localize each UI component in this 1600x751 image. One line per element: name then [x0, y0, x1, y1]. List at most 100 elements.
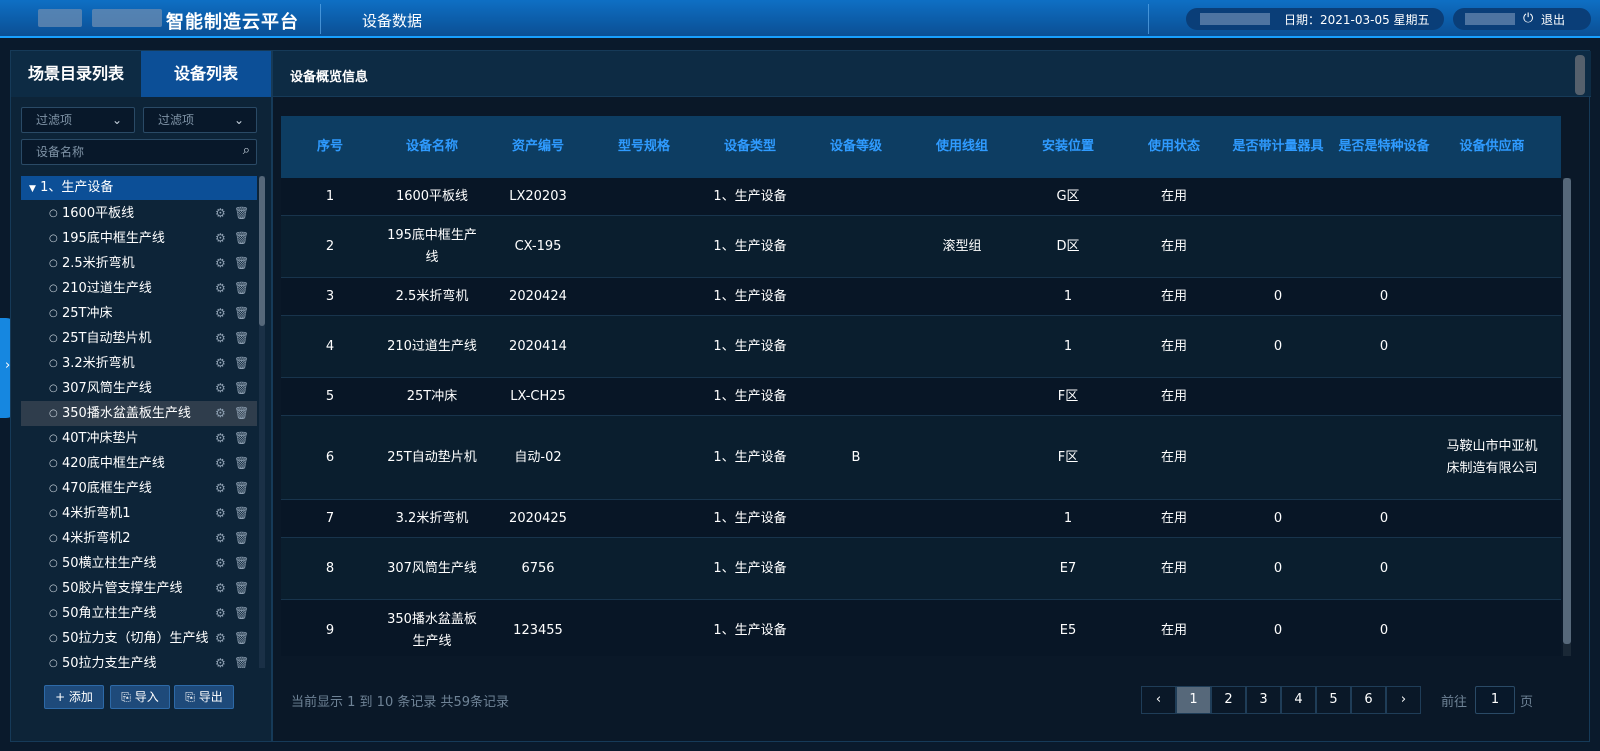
gear-icon[interactable]: ⚙ — [215, 301, 226, 326]
column-header[interactable]: 资产编号 — [485, 116, 591, 178]
column-header[interactable]: 使用线组 — [909, 116, 1015, 178]
search-icon[interactable]: ⌕ — [243, 143, 250, 158]
tree-item[interactable]: ○ 25T自动垫片机 ⚙ 🗑 — [21, 326, 257, 351]
tree-item[interactable]: ○ 1600平板线 ⚙ 🗑 — [21, 201, 257, 226]
table-row[interactable]: 5 25T冲床 LX-CH25 1、生产设备 F区 在用 — [281, 378, 1561, 416]
trash-icon[interactable]: 🗑 — [234, 426, 249, 451]
trash-icon[interactable]: 🗑 — [234, 576, 249, 601]
gear-icon[interactable]: ⚙ — [215, 601, 226, 626]
table-row[interactable]: 1 1600平板线 LX20203 1、生产设备 G区 在用 — [281, 178, 1561, 216]
tree-item[interactable]: ○ 50角立柱生产线 ⚙ 🗑 — [21, 601, 257, 626]
trash-icon[interactable]: 🗑 — [234, 351, 249, 376]
add-button[interactable]: + 添加 — [44, 685, 104, 709]
tab-scene-list[interactable]: 场景目录列表 — [11, 51, 141, 97]
table-row[interactable]: 3 2.5米折弯机 2020424 1、生产设备 1 在用 0 0 — [281, 278, 1561, 316]
gear-icon[interactable]: ⚙ — [215, 276, 226, 301]
table-row[interactable]: 4 210过道生产线 2020414 1、生产设备 1 在用 0 0 — [281, 316, 1561, 378]
tree-item[interactable]: ○ 50拉力支（切角）生产线 ⚙ 🗑 — [21, 626, 257, 651]
page-button[interactable]: 5 — [1316, 686, 1351, 714]
trash-icon[interactable]: 🗑 — [234, 376, 249, 401]
trash-icon[interactable]: 🗑 — [234, 326, 249, 351]
table-row[interactable]: 8 307风筒生产线 6756 1、生产设备 E7 在用 0 0 — [281, 538, 1561, 600]
gear-icon[interactable]: ⚙ — [215, 551, 226, 576]
panel-scrollbar[interactable] — [1575, 55, 1585, 95]
gear-icon[interactable]: ⚙ — [215, 451, 226, 476]
tree-item[interactable]: ○ 4米折弯机1 ⚙ 🗑 — [21, 501, 257, 526]
tree-scrollbar[interactable] — [259, 176, 265, 668]
gear-icon[interactable]: ⚙ — [215, 426, 226, 451]
gear-icon[interactable]: ⚙ — [215, 626, 226, 651]
trash-icon[interactable]: 🗑 — [234, 276, 249, 301]
trash-icon[interactable]: 🗑 — [234, 551, 249, 576]
import-button[interactable]: ⎘ 导入 — [110, 685, 170, 709]
gear-icon[interactable]: ⚙ — [215, 651, 226, 668]
trash-icon[interactable]: 🗑 — [234, 526, 249, 551]
scroll-thumb[interactable] — [1563, 178, 1571, 644]
column-header[interactable]: 使用状态 — [1121, 116, 1227, 178]
gear-icon[interactable]: ⚙ — [215, 376, 226, 401]
gear-icon[interactable]: ⚙ — [215, 401, 226, 426]
gear-icon[interactable]: ⚙ — [215, 251, 226, 276]
goto-page-input[interactable]: 1 — [1475, 686, 1515, 714]
gear-icon[interactable]: ⚙ — [215, 476, 226, 501]
page-button[interactable]: 3 — [1246, 686, 1281, 714]
trash-icon[interactable]: 🗑 — [234, 476, 249, 501]
column-header[interactable]: 序号 — [281, 116, 379, 178]
table-row[interactable]: 9 350播水盆盖板生产线 123455 1、生产设备 E5 在用 0 0 — [281, 600, 1561, 656]
page-button[interactable]: 2 — [1211, 686, 1246, 714]
tree-item[interactable]: ○ 50拉力支生产线 ⚙ 🗑 — [21, 651, 257, 668]
gear-icon[interactable]: ⚙ — [215, 501, 226, 526]
column-header[interactable]: 安装位置 — [1015, 116, 1121, 178]
gear-icon[interactable]: ⚙ — [215, 526, 226, 551]
page-button[interactable]: 6 — [1351, 686, 1386, 714]
tree-item[interactable]: ○ 4米折弯机2 ⚙ 🗑 — [21, 526, 257, 551]
next-page-button[interactable]: › — [1386, 686, 1421, 714]
tree-item[interactable]: ○ 470底框生产线 ⚙ 🗑 — [21, 476, 257, 501]
gear-icon[interactable]: ⚙ — [215, 201, 226, 226]
tree-item[interactable]: ○ 2.5米折弯机 ⚙ 🗑 — [21, 251, 257, 276]
table-row[interactable]: 7 3.2米折弯机 2020425 1、生产设备 1 在用 0 0 — [281, 500, 1561, 538]
tree-item[interactable]: ○ 307风筒生产线 ⚙ 🗑 — [21, 376, 257, 401]
tree-item[interactable]: ○ 50横立柱生产线 ⚙ 🗑 — [21, 551, 257, 576]
tree-item[interactable]: ○ 210过道生产线 ⚙ 🗑 — [21, 276, 257, 301]
column-header[interactable]: 型号规格 — [591, 116, 697, 178]
trash-icon[interactable]: 🗑 — [234, 451, 249, 476]
trash-icon[interactable]: 🗑 — [234, 601, 249, 626]
trash-icon[interactable]: 🗑 — [234, 501, 249, 526]
scroll-thumb[interactable] — [259, 176, 265, 326]
gear-icon[interactable]: ⚙ — [215, 326, 226, 351]
column-header[interactable]: 设备等级 — [803, 116, 909, 178]
prev-page-button[interactable]: ‹ — [1141, 686, 1176, 714]
trash-icon[interactable]: 🗑 — [234, 201, 249, 226]
logout-button[interactable]: ⏻ 退出 — [1453, 8, 1591, 30]
filter-select-2[interactable]: 过滤项 ⌄ — [143, 107, 257, 133]
tree-item[interactable]: ○ 195底中框生产线 ⚙ 🗑 — [21, 226, 257, 251]
trash-icon[interactable]: 🗑 — [234, 626, 249, 651]
trash-icon[interactable]: 🗑 — [234, 226, 249, 251]
filter-select-1[interactable]: 过滤项 ⌄ — [21, 107, 135, 133]
page-button[interactable]: 4 — [1281, 686, 1316, 714]
gear-icon[interactable]: ⚙ — [215, 351, 226, 376]
trash-icon[interactable]: 🗑 — [234, 301, 249, 326]
column-header[interactable]: 设备供应商 — [1439, 116, 1545, 178]
tree-item[interactable]: ○ 420底中框生产线 ⚙ 🗑 — [21, 451, 257, 476]
tab-device-list[interactable]: 设备列表 — [141, 51, 271, 97]
tree-item-selected[interactable]: ○ 350播水盆盖板生产线 ⚙ 🗑 — [21, 401, 257, 426]
gear-icon[interactable]: ⚙ — [215, 576, 226, 601]
table-row[interactable]: 2 195底中框生产线 CX-195 1、生产设备 滚型组 D区 在用 — [281, 216, 1561, 278]
table-row[interactable]: 6 25T自动垫片机 自动-02 1、生产设备 B F区 在用 马鞍山市中亚机床制造有限公司 — [281, 416, 1561, 500]
trash-icon[interactable]: 🗑 — [234, 401, 249, 426]
trash-icon[interactable]: 🗑 — [234, 251, 249, 276]
column-header[interactable]: 是否是特种设备 — [1338, 116, 1430, 178]
export-button[interactable]: ⎘ 导出 — [174, 685, 234, 709]
tree-item[interactable]: ○ 50胶片管支撑生产线 ⚙ 🗑 — [21, 576, 257, 601]
column-header[interactable]: 是否带计量器具 — [1232, 116, 1324, 178]
table-scrollbar[interactable] — [1563, 178, 1571, 656]
tree-root-node[interactable]: ▼ 1、生产设备 — [21, 176, 257, 200]
tree-item[interactable]: ○ 3.2米折弯机 ⚙ 🗑 — [21, 351, 257, 376]
search-input[interactable] — [22, 140, 232, 164]
tree-item[interactable]: ○ 25T冲床 ⚙ 🗑 — [21, 301, 257, 326]
trash-icon[interactable]: 🗑 — [234, 651, 249, 668]
gear-icon[interactable]: ⚙ — [215, 226, 226, 251]
tree-item[interactable]: ○ 40T冲床垫片 ⚙ 🗑 — [21, 426, 257, 451]
